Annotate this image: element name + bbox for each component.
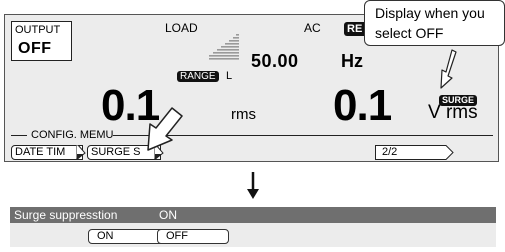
load-meter-icon <box>209 34 239 60</box>
option-off-button[interactable]: OFF <box>157 229 229 244</box>
frequency-value: 50.00 <box>251 51 299 71</box>
config-divider-right <box>113 135 493 136</box>
down-arrow-icon <box>247 172 259 199</box>
load-label: LOAD <box>165 21 198 35</box>
softkey-surge-tab-icon <box>154 145 164 160</box>
softkey-date-time-tab-icon <box>76 145 86 160</box>
voltage-value: 0.1 <box>333 81 392 130</box>
surge-suppression-state: ON <box>159 208 177 222</box>
page-indicator: 2/2 <box>382 146 398 158</box>
current-value: 0.1 <box>101 81 160 130</box>
callout-line-2: select OFF <box>375 25 444 41</box>
frequency-unit: Hz <box>341 51 363 71</box>
option-off-label: OFF <box>166 230 188 242</box>
softkey-date-time[interactable]: DATE TIM <box>11 145 83 160</box>
mode-label: AC <box>304 21 321 35</box>
range-badge: RANGE <box>177 71 219 82</box>
option-on-label: ON <box>97 230 114 242</box>
output-label: OUTPUT <box>15 24 61 36</box>
next-page-arrow-icon <box>440 145 454 160</box>
current-unit: rms <box>231 106 256 123</box>
output-indicator: OUTPUT OFF <box>11 21 72 61</box>
callout-box: Display when you select OFF <box>364 0 505 46</box>
config-divider-left <box>11 135 27 136</box>
softkey-surge-suppression[interactable]: SURGE S <box>87 145 161 160</box>
callout-line-1: Display when you <box>375 5 485 21</box>
output-value: OFF <box>18 40 52 57</box>
surge-suppression-panel: Surge suppresstion ON ON OFF <box>10 207 496 247</box>
range-value: L <box>226 70 233 82</box>
option-on-button[interactable]: ON <box>88 229 164 244</box>
softkey-surge-suppression-label: SURGE S <box>91 146 141 158</box>
voltage-unit: V rms <box>428 102 478 123</box>
page-indicator-key[interactable]: 2/2 <box>375 145 441 160</box>
config-menu-label: CONFIG. MEMU <box>31 129 114 141</box>
surge-suppression-header: Surge suppresstion ON <box>10 207 496 223</box>
softkey-date-time-label: DATE TIM <box>15 146 66 158</box>
surge-suppression-label: Surge suppresstion <box>14 208 118 222</box>
